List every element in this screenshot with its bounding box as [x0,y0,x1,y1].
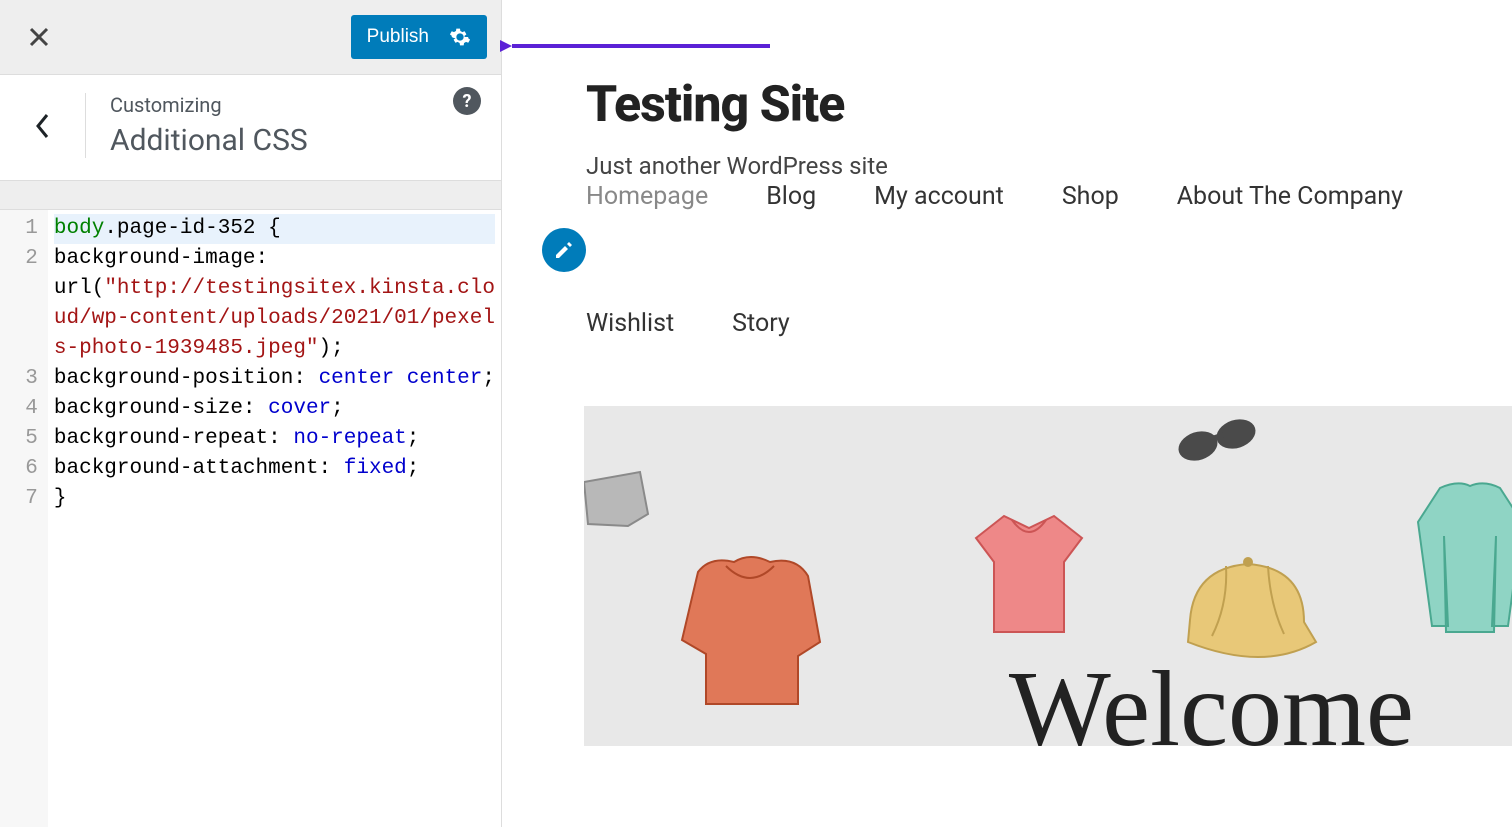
publish-label: Publish [367,26,429,48]
site-title: Testing Site [586,76,1512,134]
close-icon [27,25,51,49]
gear-icon [449,26,471,48]
primary-nav-row2: Wishlist Story [586,309,1403,338]
sidebar-header: Publish [0,0,501,74]
nav-item-homepage[interactable]: Homepage [586,176,708,217]
customizer-sidebar: Publish Customizing Additional CSS ? 1 2… [0,0,502,827]
nav-item-story[interactable]: Story [732,309,790,338]
pencil-icon [554,240,574,260]
line-number: 4 [6,394,38,424]
chevron-left-icon [34,112,52,140]
line-number: 5 [6,424,38,454]
hero-heading: Welcome [1009,648,1414,746]
site-preview: Testing Site Just another WordPress site… [502,0,1512,827]
code-line[interactable]: body.page-id-352 { [54,214,495,244]
code-line[interactable]: background-position: center center; [54,364,495,394]
nav-item-wishlist[interactable]: Wishlist [586,309,674,338]
nav-item-blog[interactable]: Blog [766,176,816,217]
code-content[interactable]: body.page-id-352 { background-image: url… [48,210,501,827]
panel-name: Additional CSS [110,123,481,158]
panel-titles: Customizing Additional CSS [86,93,481,158]
line-number: 6 [6,454,38,484]
customizing-label: Customizing [110,93,481,117]
back-button[interactable] [0,93,86,158]
line-number: 3 [6,364,38,394]
nav-item-shop[interactable]: Shop [1062,176,1119,217]
code-line[interactable]: background-repeat: no-repeat; [54,424,495,454]
code-line[interactable]: background-image: url("http://testingsit… [54,244,495,364]
line-number: 7 [6,484,38,514]
help-button[interactable]: ? [453,87,481,115]
nav-item-my-account[interactable]: My account [874,176,1004,217]
sunglasses-icon [1174,412,1264,482]
close-button[interactable] [14,12,64,62]
panel-header: Customizing Additional CSS ? [0,74,501,181]
line-gutter: 1 2 3 4 5 6 7 [0,210,48,827]
line-number: 1 [6,214,38,244]
hero-section: Welcome [584,406,1512,746]
nav-item-about[interactable]: About The Company [1177,176,1403,217]
code-line[interactable]: background-attachment: fixed; [54,454,495,484]
publish-button[interactable]: Publish [351,15,487,59]
help-icon: ? [463,91,472,112]
css-code-editor[interactable]: 1 2 3 4 5 6 7 body.page-id-352 { backgro… [0,209,501,827]
primary-nav: Homepage Blog My account Shop About The … [586,176,1403,217]
code-line[interactable]: } [54,484,495,514]
edit-shortcut-button[interactable] [542,228,586,272]
folded-shirt-icon [584,466,658,536]
code-line[interactable]: background-size: cover; [54,394,495,424]
line-number: 2 [6,244,38,364]
sweater-icon [670,546,830,726]
tshirt-icon [964,506,1094,646]
longsleeve-icon [1410,476,1512,646]
